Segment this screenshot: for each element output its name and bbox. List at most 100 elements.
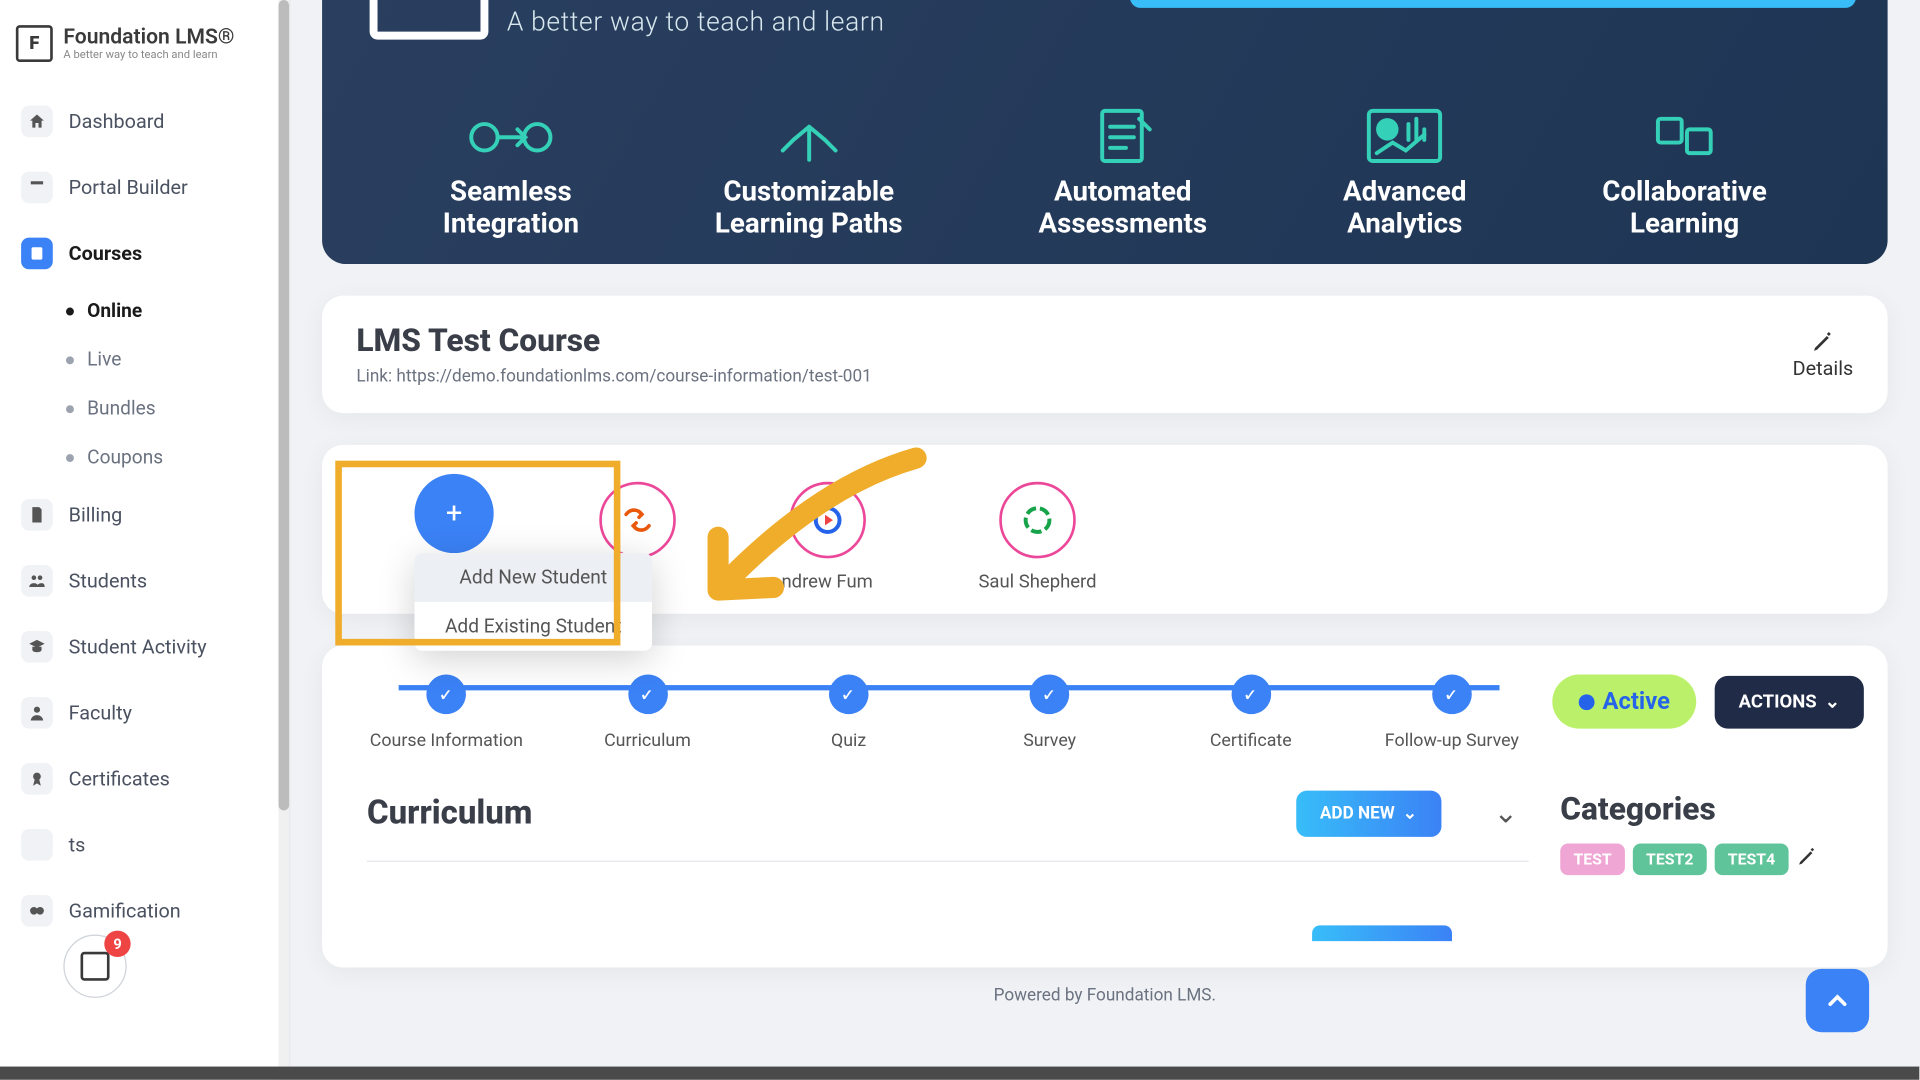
subnav-label: Live	[87, 348, 121, 370]
dot-icon	[66, 356, 74, 364]
home-icon	[21, 106, 53, 138]
add-student-button[interactable]: +	[414, 474, 493, 553]
student-name: Saul Shepherd	[978, 572, 1096, 593]
check-icon: ✓	[829, 675, 869, 715]
certificate-icon	[21, 763, 53, 795]
plus-icon: +	[446, 497, 462, 530]
dot-icon	[66, 307, 74, 315]
categories-title: Categories	[1560, 791, 1864, 828]
clipboard-icon	[1038, 97, 1207, 176]
gears-icon	[443, 97, 579, 176]
check-icon: ✓	[1030, 675, 1070, 715]
chevron-down-icon: ⌄	[1403, 804, 1417, 824]
subnav-online[interactable]: Online	[66, 286, 281, 335]
bottom-bar	[0, 1067, 1919, 1080]
feature-paths: CustomizableLearning Paths	[715, 97, 903, 240]
category-tag[interactable]: TEST4	[1715, 843, 1789, 875]
main-content: A better way to teach and learn Seamless…	[290, 0, 1919, 1080]
hero-logo-frame	[370, 0, 489, 40]
check-icon: ✓	[628, 675, 668, 715]
subnav-coupons[interactable]: Coupons	[66, 433, 281, 482]
students-card: + Add New Student Add Existing Student M…	[322, 445, 1888, 614]
sidebar-item-dashboard[interactable]: Dashboard	[8, 92, 281, 150]
subnav-label: Bundles	[87, 397, 156, 419]
student-item[interactable]: ndrew Fum	[781, 482, 872, 593]
sidebar-item-label: Courses	[69, 242, 143, 266]
pencil-icon	[1811, 329, 1835, 353]
scroll-to-top-button[interactable]	[1806, 969, 1869, 1032]
actions-button[interactable]: ACTIONS ⌄	[1715, 675, 1864, 728]
student-item[interactable]: Saul Shepherd	[978, 482, 1096, 593]
check-icon: ✓	[1432, 675, 1472, 715]
status-active-pill[interactable]: Active	[1552, 675, 1696, 729]
sidebar-item-label: Certificates	[69, 767, 170, 791]
sidebar-item-courses[interactable]: Courses	[8, 224, 281, 282]
sidebar-item-gamification[interactable]: Gamification	[8, 882, 281, 940]
sidebar-scrollbar[interactable]	[279, 0, 290, 1080]
notification-badge: 9	[104, 931, 130, 957]
course-title: LMS Test Course	[356, 322, 871, 359]
group-icon	[21, 565, 53, 597]
sidebar-item-reports[interactable]: ts	[8, 816, 281, 874]
dropdown-add-new-student[interactable]: Add New Student	[414, 553, 652, 602]
sidebar-item-faculty[interactable]: Faculty	[8, 684, 281, 742]
add-student-wrapper: + Add New Student Add Existing Student	[414, 482, 493, 561]
sidebar-item-label: Student Activity	[69, 635, 207, 659]
avatar	[999, 482, 1076, 559]
chart-icon	[21, 829, 53, 861]
status-actions: Active ACTIONS ⌄	[1552, 672, 1863, 729]
sidebar-item-label: Faculty	[69, 701, 132, 725]
check-icon: ✓	[427, 675, 467, 715]
subnav-bundles[interactable]: Bundles	[66, 384, 281, 433]
details-button[interactable]: Details	[1793, 329, 1854, 379]
sidebar-item-certificates[interactable]: Certificates	[8, 750, 281, 808]
brand-subtitle: A better way to teach and learn	[63, 49, 234, 62]
category-tag[interactable]: TEST	[1560, 843, 1625, 875]
sidebar-item-label: Portal Builder	[69, 176, 188, 200]
progress-track	[399, 685, 1500, 690]
sidebar-item-billing[interactable]: Billing	[8, 486, 281, 544]
edit-categories-button[interactable]	[1796, 846, 1817, 872]
hero-tagline: A better way to teach and learn	[507, 5, 885, 37]
sidebar-item-students[interactable]: Students	[8, 552, 281, 610]
sidebar-item-student-activity[interactable]: Student Activity	[8, 618, 281, 676]
subnav-label: Online	[87, 300, 142, 322]
analytics-icon	[1343, 97, 1466, 176]
courses-subnav: Online Live Bundles Coupons	[8, 286, 281, 481]
paths-icon	[715, 97, 903, 176]
feature-collaboration: CollaborativeLearning	[1602, 97, 1767, 240]
curriculum-collapse-toggle[interactable]: ⌄	[1483, 797, 1528, 830]
dropdown-add-existing-student[interactable]: Add Existing Student	[414, 602, 652, 651]
categories-section: Categories TEST TEST2 TEST4	[1560, 791, 1864, 941]
category-tag[interactable]: TEST2	[1633, 843, 1707, 875]
hero-features: SeamlessIntegration CustomizableLearning…	[322, 97, 1888, 240]
logo-square-icon	[81, 952, 110, 981]
dot-icon	[66, 453, 74, 461]
puzzle-icon	[1602, 97, 1767, 176]
check-icon: ✓	[1231, 675, 1271, 715]
sidebar-item-label: ts	[69, 833, 86, 857]
course-link: Link: https://demo.foundationlms.com/cou…	[356, 367, 871, 387]
sidebar-item-label: Billing	[69, 503, 123, 527]
hero-cta-button[interactable]	[1130, 0, 1856, 8]
pencil-icon	[1796, 846, 1817, 867]
subnav-live[interactable]: Live	[66, 335, 281, 384]
avatar	[789, 482, 866, 559]
course-link-url[interactable]: https://demo.foundationlms.com/course-in…	[396, 367, 871, 387]
avatar	[599, 482, 676, 559]
brand-logo[interactable]: F Foundation LMS® A better way to teach …	[8, 13, 281, 88]
sidebar-item-label: Gamification	[69, 899, 181, 923]
curriculum-section: Curriculum ADD NEW ⌄ ⌄	[346, 791, 1529, 941]
curriculum-title: Curriculum	[367, 795, 532, 833]
curriculum-add-new-button[interactable]: ADD NEW ⌄	[1296, 791, 1441, 837]
portal-icon	[21, 172, 53, 204]
secondary-add-button[interactable]	[1312, 925, 1452, 941]
file-icon	[21, 499, 53, 531]
sidebar-item-portal-builder[interactable]: Portal Builder	[8, 158, 281, 216]
feature-analytics: AdvancedAnalytics	[1343, 97, 1466, 240]
book-icon	[21, 238, 53, 270]
sidebar-item-label: Students	[69, 569, 147, 593]
notification-widget[interactable]: 9	[63, 935, 126, 998]
scrollbar-thumb[interactable]	[279, 0, 290, 810]
course-progress-card: ✓ Course Information ✓ Curriculum ✓ Quiz	[322, 645, 1888, 967]
